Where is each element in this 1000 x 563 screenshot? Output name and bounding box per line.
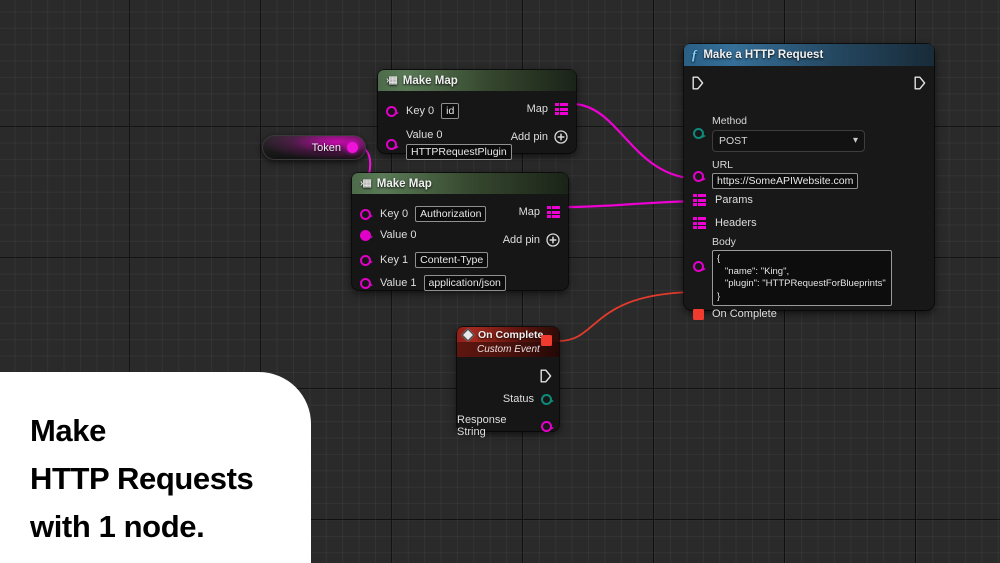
key1-value-field[interactable]: Content-Type (415, 252, 488, 268)
promo-headline: Make HTTP Requests with 1 node. (30, 407, 253, 551)
make-map-1-header: ›▦ Make Map (378, 70, 576, 91)
key0-input-pin[interactable] (360, 209, 371, 220)
key1-label: Key 1 (380, 254, 408, 266)
make-map-1-key0-row[interactable]: Key 0 id (386, 103, 459, 119)
add-pin-icon[interactable] (554, 130, 568, 144)
url-field-group: URL https://SomeAPIWebsite.com (712, 159, 858, 189)
exec-input-pin[interactable] (692, 76, 704, 90)
map-output-pin[interactable] (555, 103, 568, 115)
wire-event-to-oncomplete (559, 292, 700, 341)
exec-output-pin[interactable] (914, 76, 926, 90)
key0-label: Key 0 (406, 105, 434, 117)
event-delegate-pin[interactable] (541, 335, 552, 346)
make-map-2-key1-row[interactable]: Key 1 Content-Type (360, 252, 488, 268)
method-input-pin[interactable] (693, 128, 704, 139)
params-row[interactable]: Params (693, 194, 753, 206)
wire-map2-to-headers (564, 201, 700, 207)
headers-row[interactable]: Headers (693, 217, 757, 229)
url-label: URL (712, 159, 858, 171)
response-string-output-pin[interactable] (541, 421, 552, 432)
make-map-2-value0-row[interactable]: Value 0 (360, 229, 417, 241)
make-map-1-value0-row[interactable]: Value 0 HTTPRequestPlugin (386, 129, 512, 160)
add-pin-label: Add pin (503, 234, 540, 246)
url-input[interactable]: https://SomeAPIWebsite.com (712, 173, 858, 189)
make-map-1-add-pin-row[interactable]: Add pin (511, 130, 568, 144)
event-diamond-icon (461, 327, 475, 341)
method-value: POST (719, 135, 748, 147)
make-map-1-title: Make Map (403, 75, 458, 87)
params-input-pin[interactable] (693, 194, 706, 206)
body-field-group: Body { "name": "King", "plugin": "HTTPRe… (712, 236, 892, 306)
promo-card: Make HTTP Requests with 1 node. (0, 372, 311, 563)
node-make-http-request[interactable]: f Make a HTTP Request Method POST (684, 44, 934, 310)
value0-value-field[interactable]: HTTPRequestPlugin (406, 144, 512, 160)
make-map-2-map-output-row[interactable]: Map (519, 206, 560, 218)
key0-input-pin[interactable] (386, 106, 397, 117)
value1-input-pin[interactable] (360, 278, 371, 289)
headers-input-pin[interactable] (693, 217, 706, 229)
make-map-2-header: ›▦ Make Map (352, 173, 568, 194)
add-pin-icon[interactable] (546, 233, 560, 247)
value1-value-field[interactable]: application/json (424, 275, 506, 291)
value0-label: Value 0 (406, 129, 512, 141)
response-string-output-row[interactable]: Response String (457, 414, 552, 438)
body-label: Body (712, 236, 892, 248)
status-output-pin[interactable] (541, 394, 552, 405)
make-map-2-value1-row[interactable]: Value 1 application/json (360, 275, 506, 291)
blueprint-canvas[interactable]: Token ›▦ Make Map Key 0 id Value 0 HTTPR… (0, 0, 1000, 563)
status-label: Status (503, 393, 534, 405)
make-map-1-map-output-row[interactable]: Map (527, 103, 568, 115)
add-pin-label: Add pin (511, 131, 548, 143)
make-map-2-title: Make Map (377, 178, 432, 190)
map-output-pin[interactable] (547, 206, 560, 218)
node-token[interactable]: Token (262, 135, 366, 160)
http-request-title: Make a HTTP Request (703, 49, 823, 61)
value1-label: Value 1 (380, 277, 417, 289)
on-complete-event-subtitle: Custom Event (477, 344, 540, 355)
map-output-label: Map (519, 206, 540, 218)
method-select[interactable]: POST ▾ (712, 130, 865, 152)
value0-label: Value 0 (380, 229, 417, 241)
on-complete-label: On Complete (712, 308, 777, 320)
key0-label: Key 0 (380, 208, 408, 220)
node-on-complete-event[interactable]: On Complete Custom Event Status Response… (457, 327, 559, 431)
chevron-down-icon: ▾ (853, 136, 858, 146)
wire-map1-to-params (572, 104, 700, 179)
node-make-map-1[interactable]: ›▦ Make Map Key 0 id Value 0 HTTPRequest… (378, 70, 576, 153)
response-string-label: Response String (457, 414, 534, 438)
on-complete-event-title: On Complete (478, 329, 543, 341)
make-map-icon: ›▦ (386, 75, 397, 86)
promo-line-3: with 1 node. (30, 503, 253, 551)
status-output-row[interactable]: Status (503, 393, 552, 405)
promo-line-2: HTTP Requests (30, 455, 253, 503)
method-label: Method (712, 115, 865, 127)
value0-input-pin[interactable] (386, 139, 397, 150)
map-output-label: Map (527, 103, 548, 115)
on-complete-output-row[interactable]: On Complete (693, 308, 777, 320)
params-label: Params (715, 194, 753, 206)
make-map-2-add-pin-row[interactable]: Add pin (503, 233, 560, 247)
function-icon: f (692, 47, 696, 63)
key0-value-field[interactable]: id (441, 103, 459, 119)
body-input-pin[interactable] (693, 261, 704, 272)
http-request-header: f Make a HTTP Request (684, 44, 934, 66)
make-map-icon: ›▦ (360, 178, 371, 189)
url-input-pin[interactable] (693, 171, 704, 182)
event-exec-output-pin[interactable] (540, 369, 552, 383)
make-map-2-key0-row[interactable]: Key 0 Authorization (360, 206, 486, 222)
node-make-map-2[interactable]: ›▦ Make Map Key 0 Authorization Value 0 … (352, 173, 568, 290)
key0-value-field[interactable]: Authorization (415, 206, 486, 222)
on-complete-delegate-pin[interactable] (693, 309, 704, 320)
value0-input-pin[interactable] (360, 230, 371, 241)
token-output-pin[interactable] (347, 142, 358, 153)
token-label: Token (312, 142, 341, 154)
key1-input-pin[interactable] (360, 255, 371, 266)
headers-label: Headers (715, 217, 757, 229)
method-field-group: Method POST ▾ (712, 115, 865, 152)
body-input[interactable]: { "name": "King", "plugin": "HTTPRequest… (712, 250, 892, 306)
promo-line-1: Make (30, 407, 253, 455)
